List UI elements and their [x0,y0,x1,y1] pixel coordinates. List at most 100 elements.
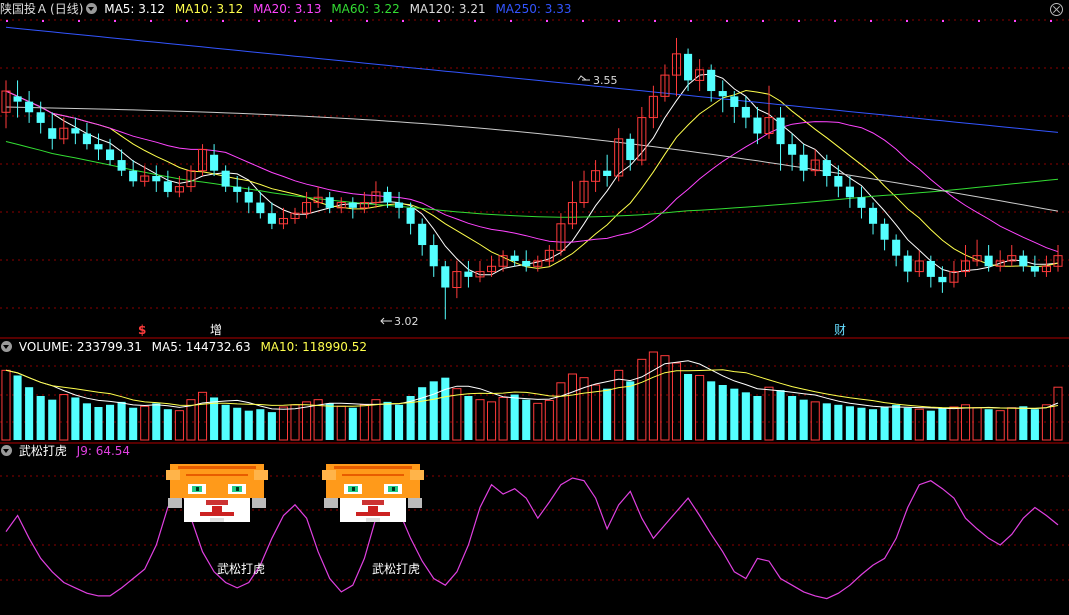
volume-bar-down [36,396,45,440]
top-marker-dot [150,20,152,22]
top-marker-dot [114,20,116,22]
volume-bar-down [71,397,80,440]
volume-bar-up [914,408,924,441]
candle-body-down [880,223,889,240]
volume-bar-down [464,396,473,440]
tiger-caption: 武松打虎 [217,562,265,576]
main-chart-header: 陕国投Ａ (日线) MA5: 3.12 MA10: 3.12 MA20: 3.13… [0,0,578,18]
candle-body-down [834,176,843,187]
tiger-mouth [368,506,378,512]
volume-bar-up [452,388,462,441]
tiger-whisker [168,498,182,508]
volume-bar-up [949,406,959,441]
candle-body-down [464,271,473,277]
top-marker-dot [582,20,584,22]
candle-body-down [152,176,161,182]
top-marker-dot [438,20,440,22]
volume-bar-down [82,403,91,440]
volume-bar-up [648,351,658,441]
candle-body-down [984,255,993,267]
volume-bar-down [105,404,115,440]
candle-body-down [903,255,912,272]
moving-average-lines [5,26,1059,276]
volume-bar-up [671,362,682,441]
volume-bar-down [256,409,265,440]
volume-ma5-line [5,360,1059,410]
candle-body-down [13,96,22,102]
top-marker-dot [726,20,728,22]
dropdown-arrow-icon[interactable] [1,445,12,456]
tiger-stripe [342,474,404,476]
top-marker-dot [654,20,656,22]
candle-body-down [71,128,80,134]
volume-bar-up [197,391,208,441]
volume-bar-down [730,388,739,440]
candle-body-down [603,170,612,176]
top-marker-dot [1014,20,1016,22]
candle-body-down [383,191,392,203]
candle-body-down [626,138,635,161]
volume-bar-down [753,396,762,440]
ma250-label: MA250: 3.33 [495,2,572,16]
candle-body-down [776,117,785,145]
stock-chart[interactable]: 3.55 3.02 $ 增 财 武松打虎 武松打虎 [0,0,1069,615]
candle-body-down [718,91,727,97]
stock-name[interactable]: 陕国投Ａ [0,2,48,16]
candle-body-down [753,117,762,134]
candle-body-down [25,101,34,113]
period-label[interactable]: (日线) [50,2,83,16]
volume-bar-down [892,404,901,440]
marker-zeng[interactable]: 增 [210,323,222,337]
volume-bar-down [13,375,22,440]
ma10-label: MA10: 3.12 [174,2,244,16]
candle-body-down [1030,266,1039,272]
tiger-ear [166,470,180,480]
tiger-face [170,464,264,498]
volume-bar-down [441,377,450,440]
j9-label: J9: 64.54 [76,444,131,458]
volume-bar-down [244,410,253,440]
marker-cai[interactable]: 财 [834,323,846,337]
candle-body-down [94,144,103,150]
volume-bar-down [129,407,138,440]
top-marker-dot [510,20,512,22]
tiger-chin [210,518,224,522]
volume-bar-up [371,399,381,441]
volume-bar-up [140,405,150,441]
tiger-ear [322,470,336,480]
volume-bar-down [94,407,103,440]
volume-bar-up [544,399,554,441]
volume-bar-down [233,407,242,440]
tiger-face [326,464,420,498]
volume-bar-up [637,358,647,441]
top-marker-dot [834,20,836,22]
close-icon[interactable] [1050,3,1063,16]
tiger-whisker [408,498,422,508]
volume-bar-down [776,390,785,440]
indicator-header: 武松打虎 J9: 64.54 [0,442,136,460]
top-marker-dot [870,20,872,22]
candle-body-down [741,106,750,118]
volume-bar-up [174,410,184,441]
candle-body-down [221,170,230,187]
volume-bar-down [117,401,126,440]
top-marker-dot [258,20,260,22]
volume-bar-down [788,396,797,440]
indicator-name[interactable]: 武松打虎 [19,444,67,458]
candle-body-down [129,170,138,182]
volume-bar-down [799,399,808,440]
volume-bar-up [660,355,670,441]
tiger-nose [206,500,228,505]
marker-dollar[interactable]: $ [138,323,146,337]
dropdown-arrow-icon[interactable] [1,341,12,352]
dropdown-arrow-icon[interactable] [86,3,98,14]
ma5-label: MA5: 3.12 [104,2,165,16]
top-marker-dot [798,20,800,22]
volume-bar-up [695,374,705,441]
tiger-icon [322,464,424,522]
candle-body-down [707,69,716,92]
candle-body-down [788,144,797,155]
top-marker-dot [186,20,188,22]
high-label: 3.55 [593,74,618,87]
ma20-label: MA20: 3.13 [253,2,322,16]
